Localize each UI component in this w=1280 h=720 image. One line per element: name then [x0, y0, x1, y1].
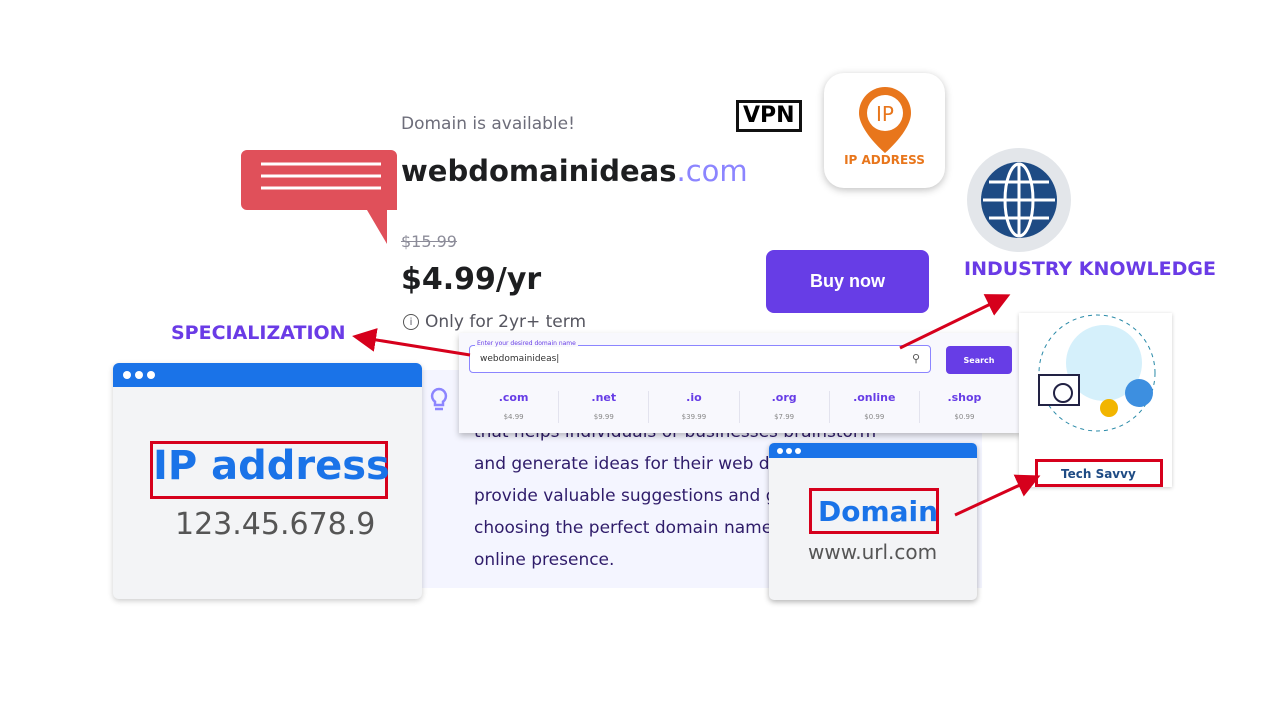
- arrow: [352, 328, 471, 357]
- arrow: [899, 294, 1011, 350]
- annotation-arrows: [352, 294, 1041, 517]
- arrow: [954, 474, 1041, 517]
